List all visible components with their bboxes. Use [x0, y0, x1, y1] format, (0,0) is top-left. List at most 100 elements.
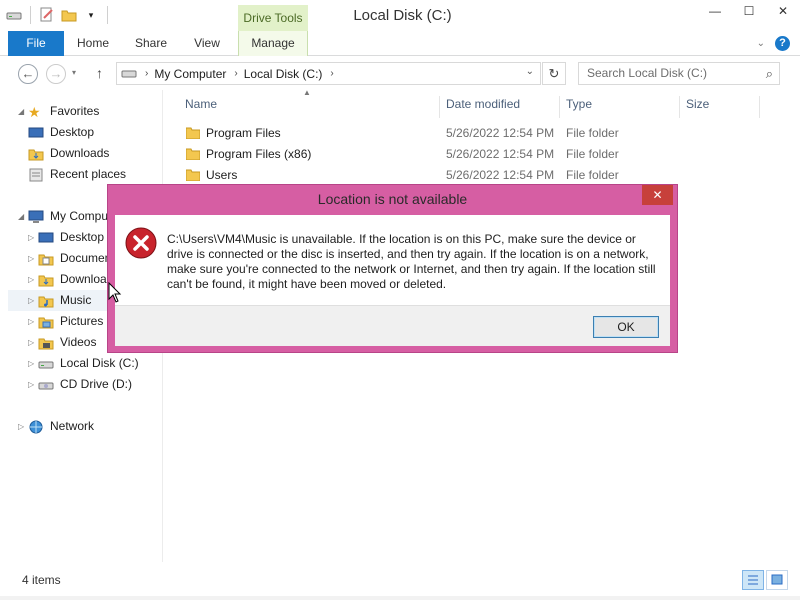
file-date: 5/26/2022 12:54 PM	[446, 168, 555, 182]
tab-view[interactable]: View	[186, 31, 228, 56]
nav-network[interactable]: ▷ Network	[18, 416, 94, 437]
recent-places-icon	[29, 168, 43, 181]
forward-button[interactable]: →	[46, 64, 66, 84]
back-button[interactable]: ←	[18, 64, 38, 84]
folder-icon	[186, 148, 200, 160]
dialog-title: Location is not available	[317, 191, 468, 207]
nav-label: Favorites	[50, 104, 100, 118]
minimize-button[interactable]: ―	[698, 0, 732, 22]
refresh-button[interactable]: ↻	[542, 62, 566, 85]
address-bar[interactable]: › My Computer › Local Disk (C:) › ⌄	[116, 62, 541, 85]
large-icons-view-button[interactable]	[766, 570, 788, 590]
search-icon: ⌕	[765, 66, 773, 81]
column-header-date[interactable]: Date modified	[446, 96, 560, 118]
window-title: Local Disk (C:)	[353, 7, 452, 24]
expand-icon[interactable]: ▷	[18, 416, 28, 437]
breadcrumb-local-disk[interactable]: Local Disk (C:)	[244, 67, 323, 81]
large-icons-view-icon	[771, 574, 783, 585]
details-view-button[interactable]	[742, 570, 764, 590]
file-type: File folder	[566, 168, 619, 182]
item-count: 4 items	[22, 573, 61, 587]
nav-label: Pictures	[60, 314, 104, 328]
tab-file[interactable]: File	[8, 31, 64, 56]
star-icon: ★	[28, 103, 41, 120]
desktop-icon	[38, 232, 54, 242]
nav-desktop[interactable]: ▷ Desktop	[28, 227, 104, 248]
expand-icon[interactable]: ▷	[28, 374, 38, 395]
pictures-folder-icon	[38, 317, 54, 328]
title-bar: ▾ Drive Tools Local Disk (C:) ― ☐ ✕	[0, 0, 800, 31]
expand-icon[interactable]: ▷	[28, 269, 38, 290]
documents-folder-icon	[38, 254, 54, 265]
folder-icon	[186, 169, 200, 181]
file-row[interactable]: Users 5/26/2022 12:54 PM File folder	[170, 165, 770, 186]
nav-label: Network	[50, 419, 95, 433]
column-header-name[interactable]: Name	[185, 96, 440, 118]
nav-label: CD Drive (D:)	[60, 377, 132, 391]
details-view-icon	[748, 575, 758, 585]
chevron-right-icon[interactable]: ›	[234, 68, 237, 79]
address-row: ← → ▾ ↑ › My Computer › Local Disk (C:) …	[0, 56, 800, 90]
nav-pictures[interactable]: ▷ Pictures	[28, 311, 103, 332]
desktop-icon	[28, 127, 44, 137]
nav-downloads[interactable]: ▷ Downloads	[28, 269, 119, 290]
ok-button[interactable]: OK	[593, 316, 659, 338]
nav-label: Desktop	[60, 230, 105, 244]
dialog-footer: OK	[115, 305, 670, 346]
help-icon[interactable]: ?	[775, 36, 790, 51]
nav-fav-recent-places[interactable]: Recent places	[28, 164, 126, 185]
file-row[interactable]: Program Files (x86) 5/26/2022 12:54 PM F…	[170, 144, 770, 165]
nav-favorites[interactable]: ◢ ★ Favorites	[18, 101, 99, 122]
folder-icon	[186, 127, 200, 139]
chevron-right-icon[interactable]: ›	[330, 68, 333, 79]
nav-label: Recent places	[50, 167, 127, 181]
up-button[interactable]: ↑	[96, 65, 103, 81]
maximize-button[interactable]: ☐	[732, 0, 766, 22]
column-header-type[interactable]: Type	[566, 96, 680, 118]
expand-icon[interactable]: ◢	[18, 206, 28, 227]
recent-locations-icon[interactable]: ▾	[72, 68, 76, 77]
file-name: Program Files (x86)	[206, 147, 312, 161]
nav-label: Desktop	[50, 125, 95, 139]
file-date: 5/26/2022 12:54 PM	[446, 147, 555, 161]
nav-label: Downloads	[50, 146, 110, 160]
window-controls: ― ☐ ✕	[698, 0, 800, 22]
computer-icon	[28, 210, 44, 223]
location-unavailable-dialog: Location is not available ✕ C:\Users\VM4…	[107, 184, 678, 353]
view-switcher	[742, 570, 788, 590]
downloads-folder-icon	[38, 275, 54, 286]
mouse-cursor-icon	[108, 282, 122, 303]
expand-icon[interactable]: ▷	[28, 311, 38, 332]
expand-icon[interactable]: ▷	[28, 353, 38, 374]
file-row[interactable]: Program Files 5/26/2022 12:54 PM File fo…	[170, 123, 770, 144]
network-icon	[29, 420, 43, 433]
dialog-close-button[interactable]: ✕	[642, 185, 673, 205]
expand-icon[interactable]: ▷	[28, 332, 38, 353]
tab-home[interactable]: Home	[70, 31, 116, 56]
file-type: File folder	[566, 147, 619, 161]
downloads-folder-icon	[28, 149, 44, 160]
nav-label: Music	[60, 293, 92, 307]
nav-label: Videos	[60, 335, 97, 349]
file-date: 5/26/2022 12:54 PM	[446, 126, 555, 140]
music-folder-icon	[38, 296, 54, 307]
address-dropdown-icon[interactable]: ⌄	[526, 66, 534, 77]
nav-videos[interactable]: ▷ Videos	[28, 332, 96, 353]
nav-local-disk[interactable]: ▷ Local Disk (C:)	[28, 353, 139, 374]
chevron-right-icon[interactable]: ›	[145, 68, 148, 79]
column-header-size[interactable]: Size	[686, 96, 760, 118]
nav-fav-downloads[interactable]: Downloads	[28, 143, 109, 164]
videos-folder-icon	[38, 338, 54, 349]
tab-manage[interactable]: Manage	[238, 31, 308, 56]
breadcrumb-my-computer[interactable]: My Computer	[154, 67, 226, 81]
expand-icon[interactable]: ▷	[28, 227, 38, 248]
search-input[interactable]: Search Local Disk (C:) ⌕	[578, 62, 780, 85]
expand-icon[interactable]: ▷	[28, 290, 38, 311]
expand-ribbon-icon[interactable]: ⌄	[757, 38, 765, 49]
close-button[interactable]: ✕	[766, 0, 800, 22]
nav-cd-drive[interactable]: ▷ CD Drive (D:)	[28, 374, 132, 395]
tab-share[interactable]: Share	[128, 31, 174, 56]
expand-icon[interactable]: ▷	[28, 248, 38, 269]
expand-icon[interactable]: ◢	[18, 101, 28, 122]
nav-fav-desktop[interactable]: Desktop	[28, 122, 94, 143]
